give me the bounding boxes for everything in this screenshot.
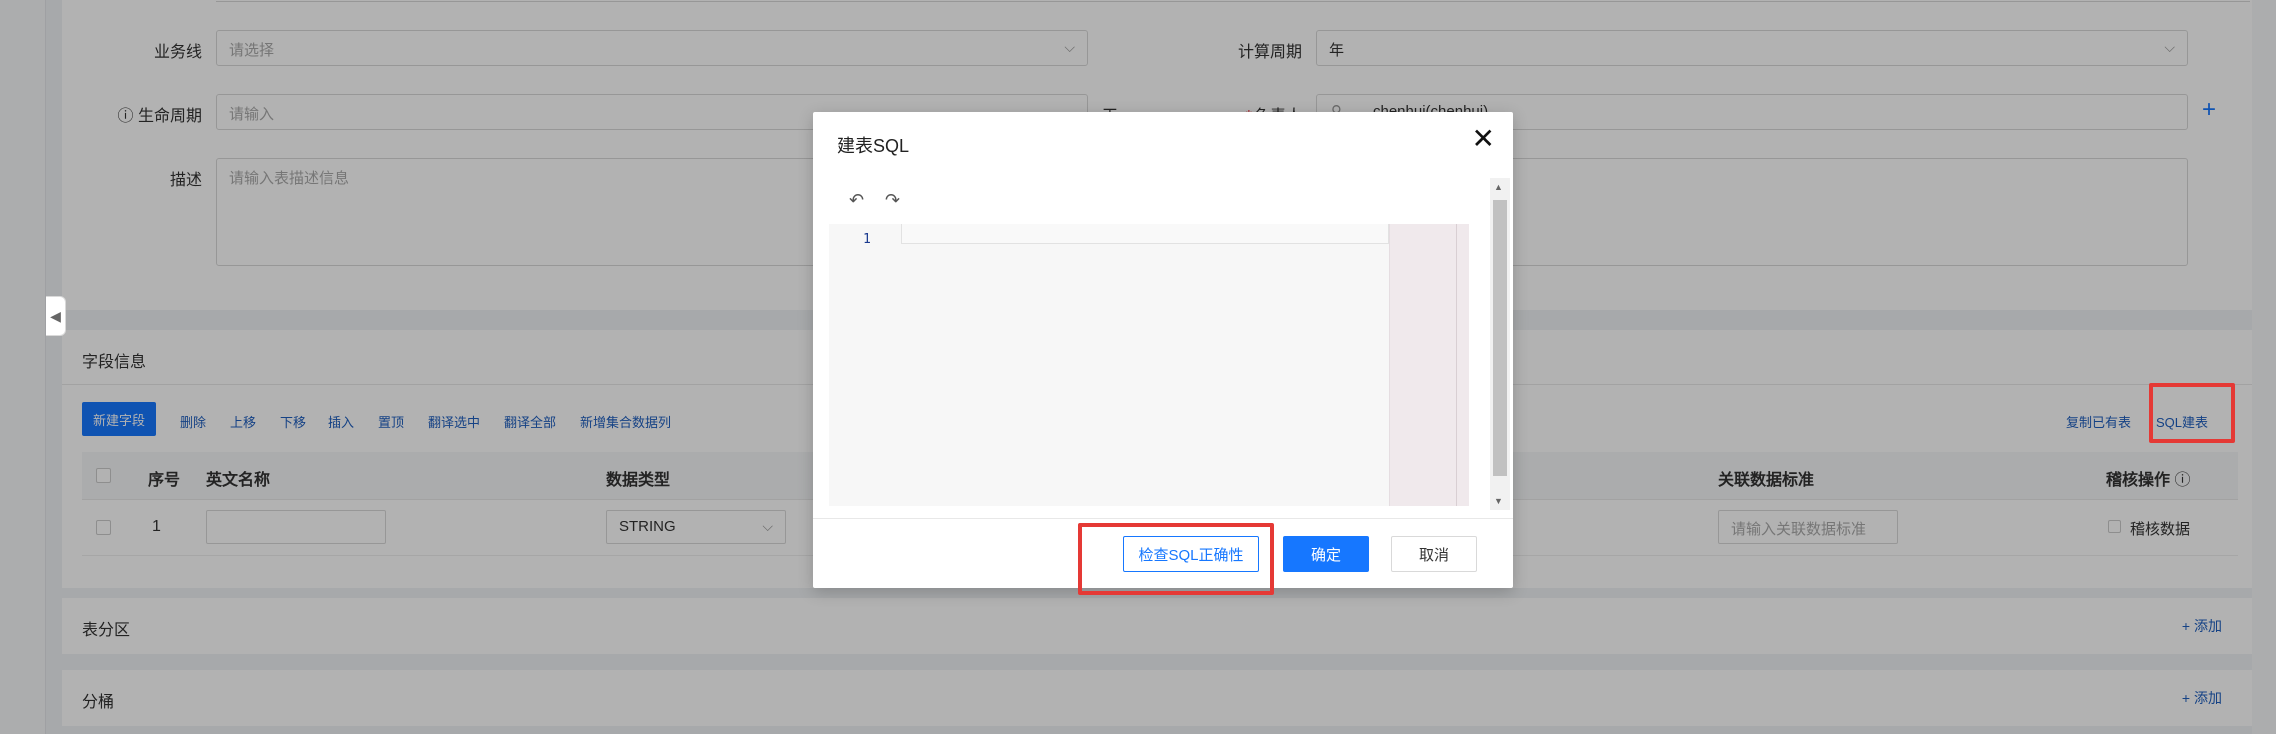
confirm-button[interactable]: 确定 bbox=[1283, 536, 1369, 572]
scrollbar-thumb[interactable] bbox=[1493, 200, 1507, 476]
editor-minimap[interactable] bbox=[1389, 224, 1469, 506]
cancel-button[interactable]: 取消 bbox=[1391, 536, 1477, 572]
undo-icon[interactable]: ↶ bbox=[849, 190, 864, 211]
highlight-box-check-sql bbox=[1078, 523, 1274, 595]
scroll-up-icon[interactable]: ▲ bbox=[1494, 182, 1503, 192]
footer-divider bbox=[813, 518, 1513, 519]
modal-scrollbar[interactable]: ▲ ▼ bbox=[1490, 178, 1510, 510]
active-line[interactable] bbox=[901, 224, 1389, 244]
collapse-icon: ◀ bbox=[50, 307, 61, 324]
sidebar-collapse-handle[interactable]: ◀ bbox=[46, 296, 66, 336]
modal-title: 建表SQL bbox=[837, 136, 910, 156]
line-number: 1 bbox=[863, 232, 871, 247]
sql-editor-container: ↶ ↷ 1 bbox=[829, 178, 1489, 508]
sql-code-editor[interactable]: 1 bbox=[829, 224, 1469, 506]
close-icon[interactable]: ✕ bbox=[1472, 122, 1495, 155]
minimap-ruler bbox=[1456, 224, 1457, 506]
highlight-box-sql-create bbox=[2149, 383, 2235, 443]
redo-icon[interactable]: ↷ bbox=[885, 190, 900, 211]
scroll-down-icon[interactable]: ▼ bbox=[1494, 496, 1503, 506]
sql-create-modal: 建表SQL ✕ ↶ ↷ 1 ▲ ▼ 检查SQL正确性 确定 取消 bbox=[813, 112, 1513, 588]
